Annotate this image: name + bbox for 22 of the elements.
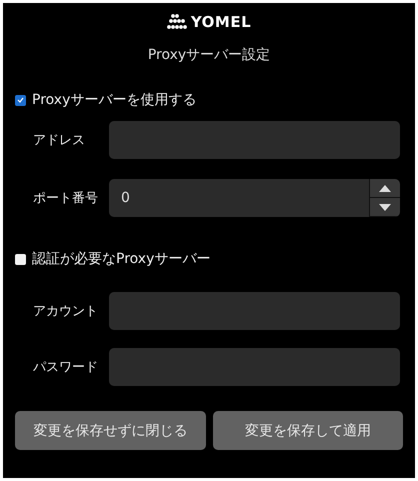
checkbox[interactable] [15,94,26,106]
action-button[interactable]: 変更を保存して適用 [212,411,403,450]
down-arrow-icon [379,204,391,210]
field-label: ポート番号 [33,190,99,207]
checkbox[interactable] [15,254,26,264]
increment-button[interactable] [370,179,400,198]
check-icon [17,97,24,103]
field-label: アカウント [33,303,99,320]
field-label: パスワード [33,359,99,376]
input-field[interactable] [109,348,400,386]
logo-icon [166,14,187,30]
input-field[interactable] [109,121,400,159]
decrement-button[interactable] [370,198,400,217]
logo-text: YOMEL [190,13,252,31]
checkbox-label: Proxyサーバーを使用する [32,91,196,109]
action-button[interactable]: 変更を保存せずに閉じる [15,411,206,450]
field-label: アドレス [33,132,86,149]
dialog-title: Proxyサーバー設定 [146,46,272,64]
checkbox-label: 認証が必要なProxyサーバー [32,250,210,268]
input-field[interactable] [109,292,400,330]
up-arrow-icon [379,184,391,192]
number-field[interactable]: 0 [109,179,369,217]
